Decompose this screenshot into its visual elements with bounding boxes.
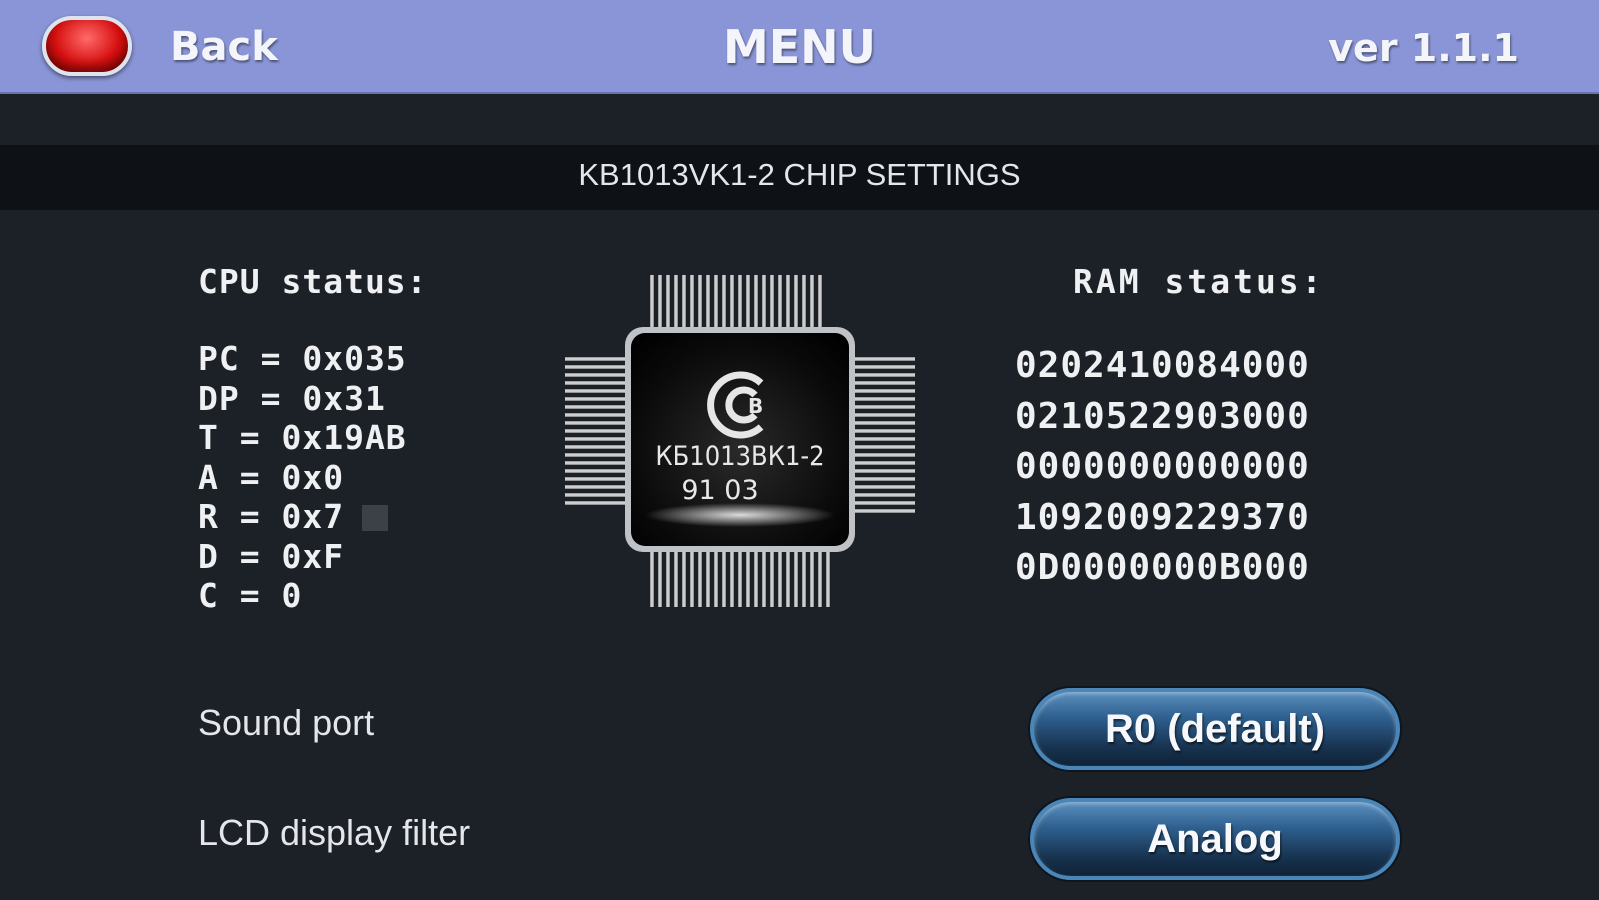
register-r: R = 0x7 xyxy=(198,497,345,536)
sound-port-label: Sound port xyxy=(198,702,375,743)
register-r-row: R = 0x7 xyxy=(198,497,428,537)
header-bar: Back MENU ver 1.1.1 xyxy=(0,0,1599,94)
chip-logo-letter: В xyxy=(748,394,763,418)
register-c: C = 0 xyxy=(198,576,303,615)
chip-marking-line2: 91 03 xyxy=(681,475,758,506)
register-a: A = 0x0 xyxy=(198,457,345,497)
ram-status-heading: RAM status: xyxy=(1073,262,1325,301)
cpu-status-heading: CPU status: xyxy=(198,262,428,301)
ram-row: 0000000000000 xyxy=(1015,446,1310,487)
register-d: D = 0xF xyxy=(198,536,345,576)
sound-port-button[interactable]: R0 (default) xyxy=(1030,688,1400,770)
lcd-filter-button[interactable]: Analog xyxy=(1030,798,1400,880)
ram-row: 1092009229370 xyxy=(1015,496,1310,538)
section-header: KB1013VK1-2 CHIP SETTINGS xyxy=(0,145,1599,210)
version-label: ver 1.1.1 xyxy=(1328,26,1519,70)
ram-row: 0210522903000 xyxy=(1015,395,1310,437)
lcd-filter-label: LCD display filter xyxy=(198,812,471,853)
register-pc: PC = 0x035 xyxy=(198,339,407,378)
register-r-indicator xyxy=(362,505,389,531)
ram-row-list: 0202410084000 0210522903000 000000000000… xyxy=(1015,341,1325,594)
ram-row: 0D0000000B000 xyxy=(1015,547,1310,588)
section-title: KB1013VK1-2 CHIP SETTINGS xyxy=(578,157,1021,192)
ram-status-panel: RAM status: 0202410084000 0210522903000 … xyxy=(1015,262,1325,594)
register-t: T = 0x19AB xyxy=(198,418,407,457)
register-dp: DP = 0x31 xyxy=(198,378,386,418)
chip-image: В КБ1013ВК1-2 91 03 xyxy=(565,275,915,607)
chip-marking-line1: КБ1013ВК1-2 xyxy=(655,441,824,472)
cpu-status-panel: CPU status: PC = 0x035 DP = 0x31 T = 0x1… xyxy=(198,262,428,616)
cpu-register-list: PC = 0x035 DP = 0x31 T = 0x19AB A = 0x0 … xyxy=(198,339,428,616)
ram-row: 0202410084000 xyxy=(1015,345,1310,386)
